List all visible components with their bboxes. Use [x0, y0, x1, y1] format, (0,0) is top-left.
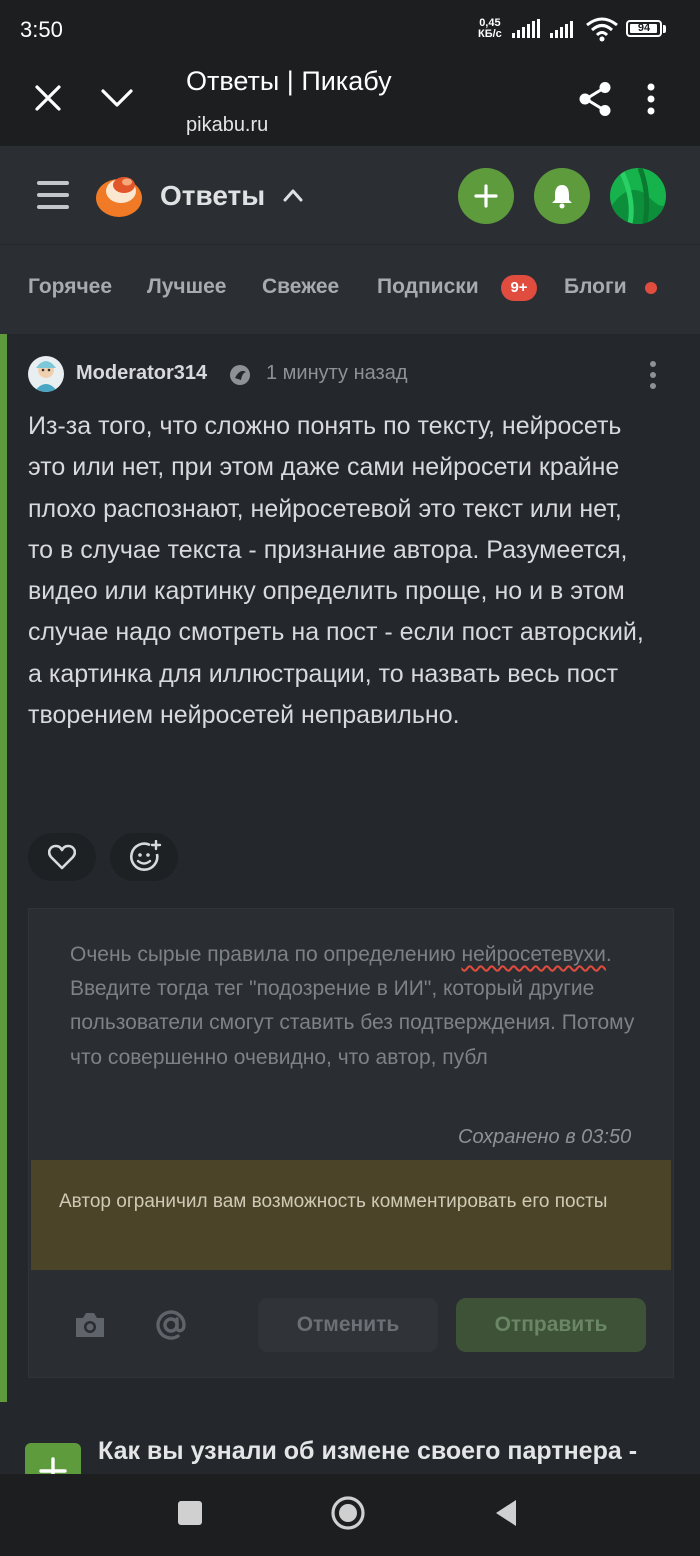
home-button[interactable] [330, 1495, 366, 1531]
blogs-unread-dot [645, 282, 657, 294]
reply-draft-text[interactable]: Очень сырые правила по определению нейро… [70, 938, 650, 1075]
recent-apps-button[interactable] [178, 1501, 202, 1525]
cell-signal-2-icon [550, 21, 573, 38]
notifications-button[interactable] [534, 168, 590, 224]
heart-icon [48, 844, 76, 870]
section-title[interactable]: Ответы [160, 180, 265, 212]
send-button[interactable]: Отправить [456, 1298, 646, 1352]
net-speed: 0,45 КБ/с [478, 18, 502, 40]
avatar[interactable] [610, 168, 666, 224]
restriction-text: Автор ограничил вам возможность комменти… [59, 1191, 608, 1212]
tab-hot[interactable]: Горячее [28, 275, 112, 299]
author-avatar-image [34, 361, 58, 392]
close-icon[interactable] [34, 84, 62, 112]
pikabu-logo-icon[interactable] [94, 170, 146, 220]
camera-icon[interactable] [73, 1310, 107, 1340]
battery-icon: 94 [626, 20, 662, 37]
author-avatar[interactable] [28, 356, 64, 392]
cell-signal-1-icon [512, 19, 540, 38]
plus-icon [474, 184, 498, 208]
comment-restriction-notice: Автор ограничил вам возможность комменти… [31, 1160, 671, 1270]
battery-level: 94 [637, 22, 651, 34]
tab-best[interactable]: Лучшее [147, 275, 226, 299]
draft-saved-status: Сохранено в 03:50 [458, 1126, 632, 1148]
share-icon[interactable] [576, 80, 614, 118]
comment-thread-line[interactable] [0, 334, 7, 1402]
author-rank-icon [230, 365, 250, 385]
menu-icon[interactable] [36, 179, 70, 211]
comment-author[interactable]: Moderator314 [76, 362, 207, 385]
chevron-down-icon[interactable] [100, 86, 134, 110]
tab-subscriptions[interactable]: Подписки [377, 275, 479, 299]
comment-more-icon[interactable] [648, 360, 658, 390]
next-post-title[interactable]: Как вы узнали об измене своего партнера … [98, 1437, 637, 1466]
comment-text: Из-за того, что сложно понять по тексту,… [28, 412, 644, 730]
wifi-icon [586, 17, 618, 42]
clock: 3:50 [20, 17, 63, 42]
comment-time[interactable]: 1 минуту назад [266, 362, 408, 385]
more-vert-icon[interactable] [645, 82, 657, 116]
back-button[interactable] [494, 1498, 518, 1528]
tab-new[interactable]: Свежее [262, 275, 339, 299]
page-title: Ответы | Пикабу [186, 66, 392, 96]
tab-blogs[interactable]: Блоги [564, 275, 627, 299]
battery-tip [663, 25, 666, 33]
page-url[interactable]: pikabu.ru [186, 114, 268, 137]
chevron-up-icon[interactable] [283, 188, 303, 202]
smile-plus-icon [129, 840, 162, 871]
add-post-button[interactable] [458, 168, 514, 224]
like-button[interactable] [28, 833, 96, 881]
misspelled-word: нейросетевухи [461, 943, 606, 966]
cancel-button[interactable]: Отменить [258, 1298, 438, 1352]
mention-icon[interactable] [153, 1307, 189, 1343]
subscriptions-badge: 9+ [501, 275, 537, 301]
add-reaction-button[interactable] [110, 833, 178, 881]
net-speed-unit: КБ/с [478, 28, 502, 40]
avatar-image [610, 168, 666, 224]
bell-icon [552, 185, 572, 209]
